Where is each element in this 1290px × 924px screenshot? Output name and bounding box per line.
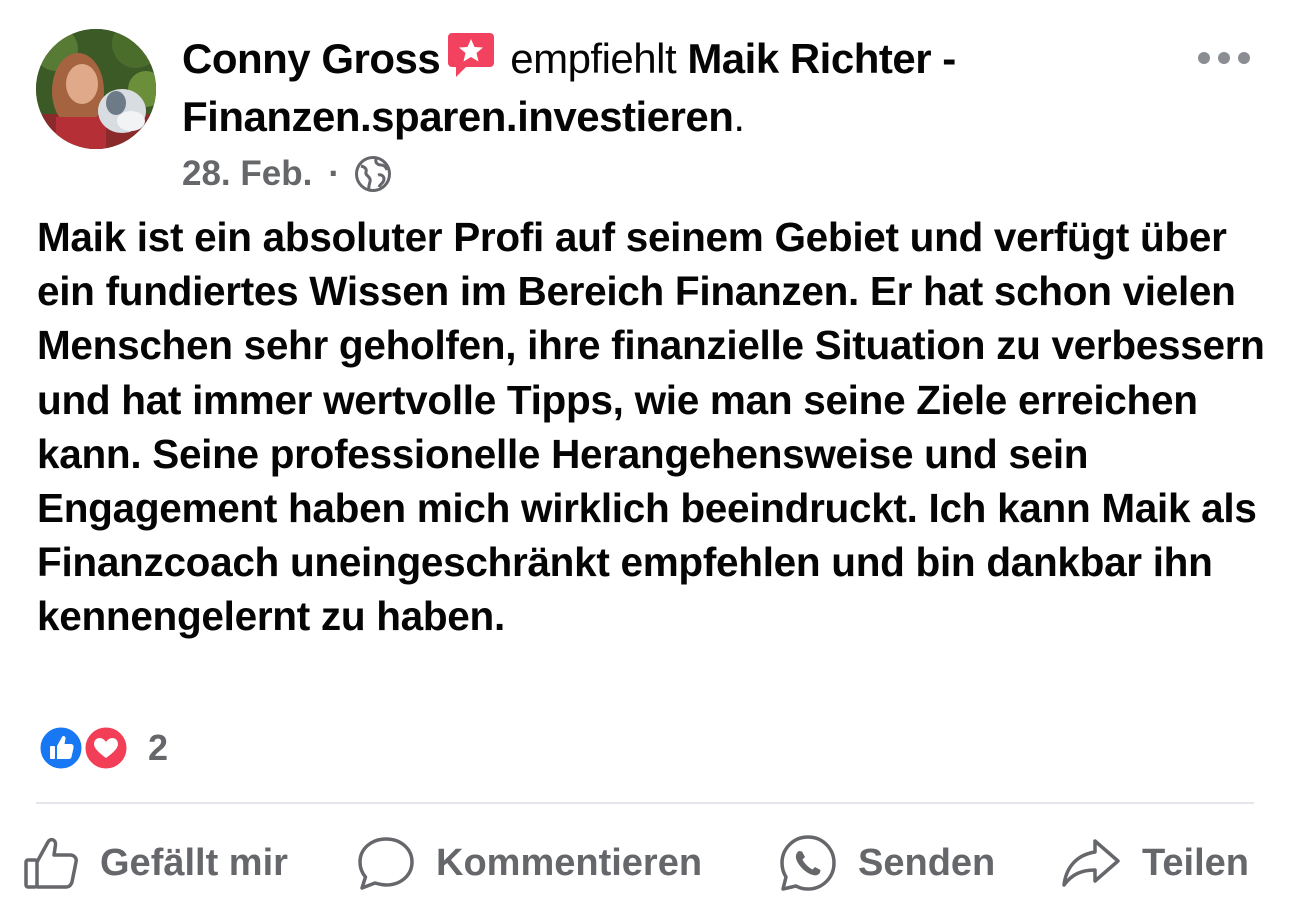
whatsapp-icon	[780, 835, 836, 891]
author-avatar[interactable]	[36, 29, 156, 149]
more-dot	[1198, 52, 1210, 64]
meta-separator: ·	[328, 154, 340, 193]
post-body: Maik ist ein absoluter Profi auf seinem …	[37, 214, 1265, 640]
thumbs-up-icon	[24, 837, 78, 889]
author-name[interactable]: Conny Gross	[182, 35, 441, 82]
globe-icon	[354, 156, 391, 192]
share-label: Teilen	[1142, 841, 1249, 884]
like-button[interactable]: Gefällt mir	[22, 832, 288, 894]
header-period: .	[733, 93, 745, 140]
send-label: Senden	[858, 841, 996, 884]
share-button[interactable]: Teilen	[1060, 832, 1249, 894]
post-header: Conny Gross empfiehlt Maik Richter - Fin…	[182, 30, 1142, 146]
comment-icon	[358, 837, 414, 890]
reaction-count: 2	[148, 727, 169, 768]
more-options-button[interactable]	[1198, 46, 1250, 70]
author-avatar-photo	[36, 29, 156, 149]
comment-label: Kommentieren	[436, 841, 703, 884]
recommend-star-icon	[448, 33, 495, 77]
post-meta: 28. Feb. ·	[182, 152, 392, 196]
more-dot	[1218, 52, 1230, 64]
send-button[interactable]: Senden	[778, 832, 995, 894]
post-date[interactable]: 28. Feb.	[182, 154, 312, 194]
comment-button[interactable]: Kommentieren	[356, 832, 702, 894]
reactions-summary[interactable]: 2	[36, 724, 168, 772]
recommends-text: empfiehlt	[510, 35, 677, 82]
like-label: Gefällt mir	[100, 841, 288, 884]
divider	[36, 802, 1254, 804]
like-reaction-icon	[37, 724, 130, 772]
share-arrow-icon	[1062, 839, 1120, 887]
more-dot	[1238, 52, 1250, 64]
